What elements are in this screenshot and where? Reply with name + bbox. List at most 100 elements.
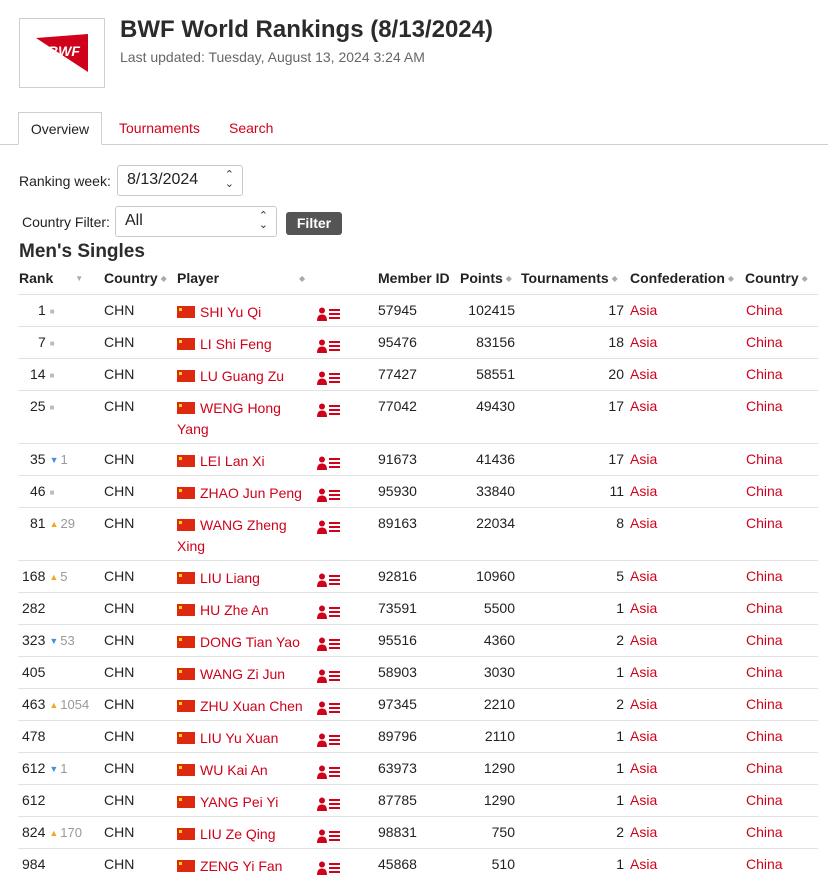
confederation-link[interactable]: Asia (630, 600, 657, 616)
player-cell[interactable]: LI Shi Feng (177, 334, 307, 355)
confederation-link[interactable]: Asia (630, 366, 657, 382)
player-link[interactable]: ZENG Yi Fan (200, 858, 282, 874)
player-link[interactable]: WANG Zi Jun (200, 666, 285, 682)
confederation-link[interactable]: Asia (630, 632, 657, 648)
tab-tournaments[interactable]: Tournaments (119, 112, 200, 144)
confederation-link[interactable]: Asia (630, 483, 657, 499)
player-cell[interactable]: SHI Yu Qi (177, 302, 307, 323)
player-profile-icon[interactable] (317, 797, 341, 811)
country-link[interactable]: China (746, 792, 783, 808)
player-profile-icon[interactable] (317, 733, 341, 747)
country-link[interactable]: China (746, 600, 783, 616)
bwf-logo[interactable]: BWF (19, 18, 105, 88)
player-profile-icon[interactable] (317, 637, 341, 651)
tab-search[interactable]: Search (229, 112, 273, 144)
column-header-member-id[interactable]: Member ID (378, 270, 450, 286)
column-header-country[interactable]: Country ◆ (745, 270, 808, 286)
player-cell[interactable]: YANG Pei Yi (177, 792, 307, 813)
player-cell[interactable]: WANG Zheng Xing (177, 515, 307, 557)
column-header-country-code[interactable]: Country ◆ (104, 270, 167, 286)
player-cell[interactable]: DONG Tian Yao (177, 632, 307, 653)
player-profile-icon[interactable] (317, 520, 341, 534)
player-link[interactable]: WU Kai An (200, 762, 268, 778)
country-filter-select[interactable]: All ⌃ ⌄ (115, 206, 277, 237)
player-cell[interactable]: LIU Ze Qing (177, 824, 307, 845)
country-link[interactable]: China (746, 302, 783, 318)
column-header-confederation[interactable]: Confederation ◆ (630, 270, 734, 286)
country-link[interactable]: China (746, 366, 783, 382)
player-cell[interactable]: LIU Liang (177, 568, 307, 589)
column-header-rank[interactable]: Rank ▼ (19, 270, 83, 286)
player-link[interactable]: LIU Liang (200, 570, 260, 586)
player-profile-icon[interactable] (317, 488, 341, 502)
player-profile-icon[interactable] (317, 669, 341, 683)
player-cell[interactable]: LEI Lan Xi (177, 451, 307, 472)
country-link[interactable]: China (746, 728, 783, 744)
country-link[interactable]: China (746, 398, 783, 414)
confederation-link[interactable]: Asia (630, 302, 657, 318)
player-profile-icon[interactable] (317, 456, 341, 470)
country-link[interactable]: China (746, 483, 783, 499)
column-header-points[interactable]: Points ◆ (460, 270, 512, 286)
player-cell[interactable]: ZENG Yi Fan (177, 856, 307, 877)
player-profile-icon[interactable] (317, 403, 341, 417)
player-link[interactable]: LIU Ze Qing (200, 826, 275, 842)
player-link[interactable]: LEI Lan Xi (200, 453, 265, 469)
player-cell[interactable]: WANG Zi Jun (177, 664, 307, 685)
player-link[interactable]: HU Zhe An (200, 602, 268, 618)
country-link[interactable]: China (746, 515, 783, 531)
country-link[interactable]: China (746, 824, 783, 840)
tab-overview[interactable]: Overview (18, 112, 102, 145)
player-profile-icon[interactable] (317, 573, 341, 587)
player-link[interactable]: ZHAO Jun Peng (200, 485, 302, 501)
player-profile-icon[interactable] (317, 605, 341, 619)
player-link[interactable]: LI Shi Feng (200, 336, 272, 352)
player-cell[interactable]: WU Kai An (177, 760, 307, 781)
player-cell[interactable]: LIU Yu Xuan (177, 728, 307, 749)
ranking-week-select[interactable]: 8/13/2024 ⌃ ⌄ (117, 165, 243, 196)
country-link[interactable]: China (746, 568, 783, 584)
confederation-link[interactable]: Asia (630, 856, 657, 872)
player-cell[interactable]: ZHU Xuan Chen (177, 696, 307, 717)
player-cell[interactable]: WENG Hong Yang (177, 398, 307, 440)
player-link[interactable]: SHI Yu Qi (200, 304, 261, 320)
confederation-link[interactable]: Asia (630, 515, 657, 531)
player-profile-icon[interactable] (317, 339, 341, 353)
player-link[interactable]: YANG Pei Yi (200, 794, 278, 810)
player-profile-icon[interactable] (317, 307, 341, 321)
filter-button[interactable]: Filter (286, 212, 342, 235)
confederation-link[interactable]: Asia (630, 451, 657, 467)
country-link[interactable]: China (746, 856, 783, 872)
confederation-link[interactable]: Asia (630, 398, 657, 414)
country-link[interactable]: China (746, 632, 783, 648)
confederation-link[interactable]: Asia (630, 334, 657, 350)
player-link[interactable]: LIU Yu Xuan (200, 730, 278, 746)
player-profile-icon[interactable] (317, 861, 341, 875)
player-profile-icon[interactable] (317, 701, 341, 715)
player-profile-icon[interactable] (317, 829, 341, 843)
confederation-link[interactable]: Asia (630, 792, 657, 808)
player-link[interactable]: ZHU Xuan Chen (200, 698, 303, 714)
rank-cell: 824 ▲ 170 (22, 824, 82, 840)
player-cell[interactable]: HU Zhe An (177, 600, 307, 621)
rank-cell: 1 ■ (38, 302, 55, 318)
player-profile-icon[interactable] (317, 765, 341, 779)
player-cell[interactable]: LU Guang Zu (177, 366, 307, 387)
country-link[interactable]: China (746, 334, 783, 350)
country-link[interactable]: China (746, 451, 783, 467)
country-link[interactable]: China (746, 664, 783, 680)
confederation-link[interactable]: Asia (630, 824, 657, 840)
confederation-link[interactable]: Asia (630, 728, 657, 744)
country-link[interactable]: China (746, 696, 783, 712)
player-profile-icon[interactable] (317, 371, 341, 385)
confederation-link[interactable]: Asia (630, 664, 657, 680)
player-link[interactable]: DONG Tian Yao (200, 634, 300, 650)
confederation-link[interactable]: Asia (630, 568, 657, 584)
column-header-player[interactable]: Player ◆ (177, 270, 305, 286)
confederation-link[interactable]: Asia (630, 760, 657, 776)
confederation-link[interactable]: Asia (630, 696, 657, 712)
player-link[interactable]: LU Guang Zu (200, 368, 284, 384)
player-cell[interactable]: ZHAO Jun Peng (177, 483, 307, 504)
column-header-tournaments[interactable]: Tournaments ◆ (521, 270, 618, 286)
country-link[interactable]: China (746, 760, 783, 776)
